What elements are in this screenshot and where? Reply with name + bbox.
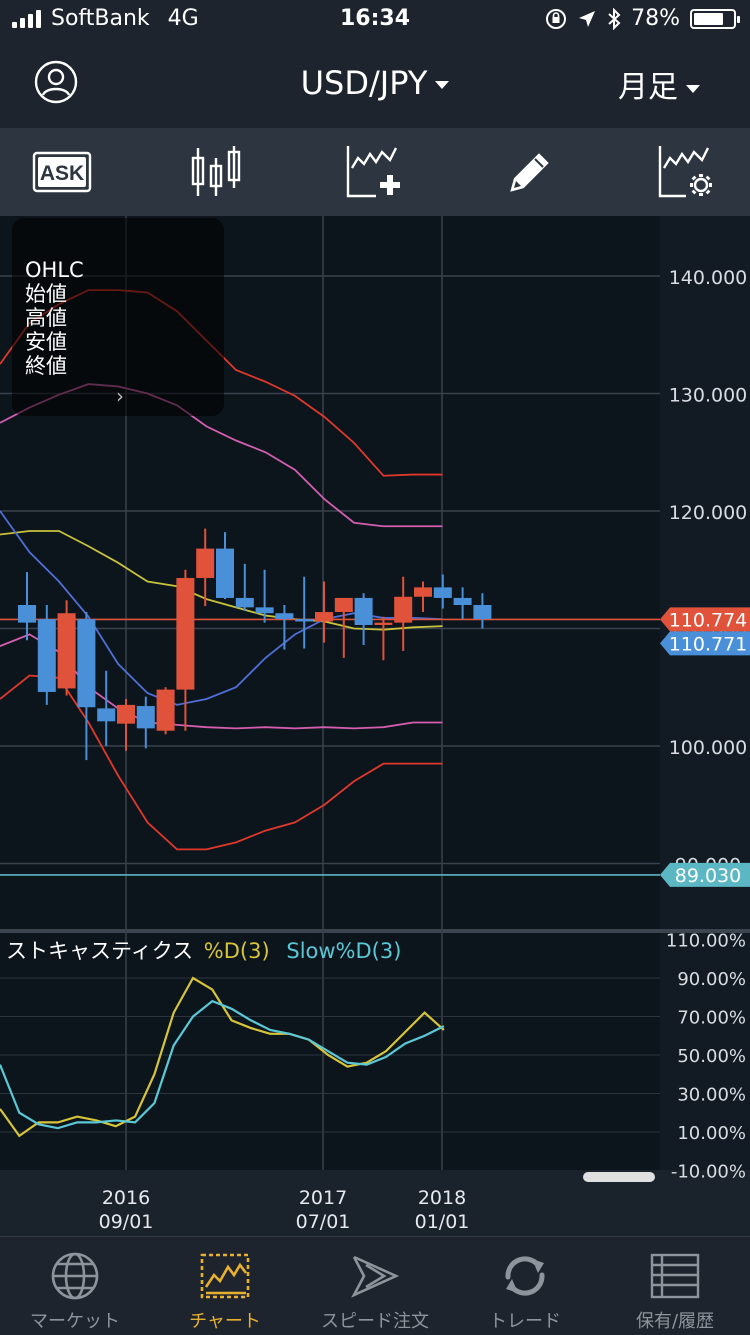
candle-body <box>235 597 254 608</box>
price-tick: 130.000 <box>669 385 748 407</box>
tab-trade[interactable]: トレード <box>450 1237 600 1335</box>
tab-market-label: マーケット <box>30 1311 120 1332</box>
candle-body <box>354 597 373 625</box>
scroll-indicator[interactable] <box>583 1172 655 1182</box>
candle-body <box>216 548 234 598</box>
high-label: 高値 <box>25 306 67 330</box>
candlestick-icon <box>191 146 241 196</box>
ask-icon: ASK <box>32 151 92 193</box>
candle-body <box>97 708 116 722</box>
tab-speed-order[interactable]: スピード注文 <box>300 1237 450 1335</box>
battery-percent: 78% <box>631 6 680 31</box>
chart-icon <box>200 1253 250 1299</box>
stoch-tick: -10.00% <box>671 1162 746 1183</box>
candle-body <box>334 597 353 613</box>
ohlc-panel[interactable]: OHLC 始値 高値 安値 終値 › <box>12 218 224 416</box>
low-label: 安値 <box>25 330 67 354</box>
ask-button[interactable]: ASK <box>12 128 112 216</box>
tab-chart[interactable]: チャート <box>150 1237 300 1335</box>
speed-order-icon <box>351 1255 400 1298</box>
candle-body <box>414 587 432 597</box>
x-label-year: 2016 <box>102 1187 150 1209</box>
close-label: 終値 <box>25 354 67 378</box>
chart-settings-icon <box>658 146 712 198</box>
stoch-slow-label: Slow%D(3) <box>286 939 401 963</box>
candle-body <box>453 597 472 605</box>
stoch-d-label: %D(3) <box>204 939 270 963</box>
price-badge-label: 89.030 <box>675 865 741 887</box>
stoch-tick: 70.00% <box>677 1008 746 1029</box>
x-label-date: 09/01 <box>99 1211 154 1233</box>
status-bar: SoftBank 4G 16:34 78% <box>0 0 750 40</box>
x-label-year: 2017 <box>299 1187 347 1209</box>
candle-body <box>136 706 155 729</box>
tab-speed-order-label: スピード注文 <box>321 1311 429 1332</box>
stoch-tick: 90.00% <box>677 969 746 990</box>
tab-holdings[interactable]: 保有/履歴 <box>600 1237 750 1335</box>
ohlc-lines: OHLC 始値 高値 安値 終値 <box>25 258 84 378</box>
pencil-icon <box>510 153 549 192</box>
trade-icon <box>505 1256 545 1296</box>
draw-button[interactable] <box>480 128 580 216</box>
battery-icon <box>690 8 740 29</box>
chart-settings-button[interactable] <box>636 128 736 216</box>
candle-body <box>275 613 294 620</box>
battery-fill <box>694 12 723 25</box>
x-label-date: 07/01 <box>296 1211 351 1233</box>
add-indicator-button[interactable] <box>324 128 424 216</box>
stoch-title: ストキャスティクス <box>6 939 193 963</box>
tab-bar: マーケット チャート スピード注文 トレード 保有/履歴 <box>0 1236 750 1335</box>
x-label-year: 2018 <box>418 1187 466 1209</box>
bluetooth-icon <box>608 7 621 30</box>
open-label: 始値 <box>25 282 67 306</box>
x-label-date: 01/01 <box>415 1211 470 1233</box>
candle-body <box>117 704 135 724</box>
ask-label: ASK <box>40 162 84 185</box>
globe-icon <box>51 1252 99 1300</box>
pair-label: USD/JPY <box>300 64 428 102</box>
chevron-right-icon[interactable]: › <box>116 384 124 408</box>
candle-body <box>18 605 36 623</box>
stoch-legend: ストキャスティクス %D(3) Slow%D(3) <box>6 939 401 963</box>
stoch-tick: 50.00% <box>677 1046 746 1067</box>
candle-body <box>77 619 96 708</box>
candle-body <box>156 689 175 731</box>
rotation-lock-icon <box>546 8 567 29</box>
price-badge-label: 110.774 <box>669 609 748 631</box>
price-tick: 120.000 <box>669 502 748 524</box>
tab-market[interactable]: マーケット <box>0 1237 150 1335</box>
candle-body <box>394 596 413 623</box>
tab-chart-label: チャート <box>189 1311 261 1332</box>
location-icon <box>579 10 596 27</box>
candle-body <box>37 619 56 692</box>
price-badge-label: 110.771 <box>669 633 748 655</box>
candle-body <box>433 587 452 598</box>
price-tick: 140.000 <box>669 267 748 289</box>
candle-body <box>196 548 215 578</box>
holdings-icon <box>650 1253 700 1299</box>
candle-body <box>57 613 76 689</box>
candle-body <box>176 577 195 690</box>
stoch-tick: 30.00% <box>677 1085 746 1106</box>
price-tick: 100.000 <box>669 737 748 759</box>
add-indicator-icon <box>346 146 400 198</box>
candle-body <box>295 619 314 622</box>
stoch-tick: 110.00% <box>666 931 746 952</box>
chart-toolbar: ASK <box>0 128 750 216</box>
period-label: 月足 <box>618 70 678 105</box>
candle-body <box>255 607 274 614</box>
chevron-down-icon <box>435 81 450 89</box>
tab-holdings-label: 保有/履歴 <box>635 1311 715 1332</box>
period-selector[interactable]: 月足 <box>618 62 700 106</box>
candle-body <box>374 622 393 625</box>
ohlc-label: OHLC <box>25 258 84 282</box>
candle-body <box>473 605 492 620</box>
chart-type-button[interactable] <box>166 128 266 216</box>
stoch-tick: 10.00% <box>677 1123 746 1144</box>
candle-body <box>315 612 333 622</box>
chevron-down-icon <box>686 84 700 93</box>
nav-bar: USD/JPY 月足 <box>0 40 750 128</box>
status-right: 78% <box>545 6 740 31</box>
tab-trade-label: トレード <box>489 1311 561 1332</box>
